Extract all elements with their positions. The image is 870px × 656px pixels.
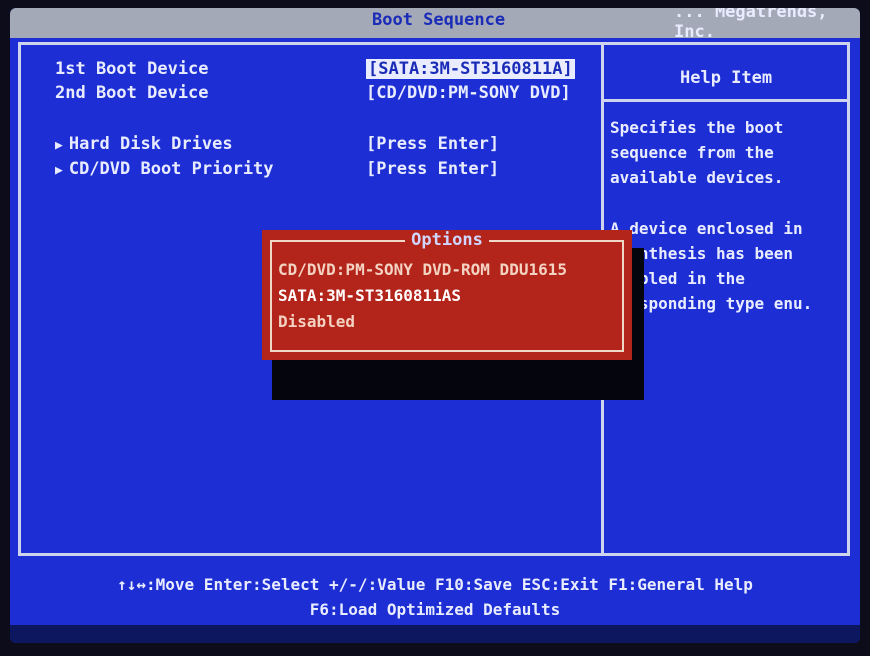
screen-bottom-edge bbox=[10, 625, 860, 643]
popup-title-text: Options bbox=[405, 230, 489, 250]
submenu-arrow-icon: ▶ bbox=[55, 138, 63, 153]
option-cd-dvd[interactable]: CD/DVD:PM-SONY DVD-ROM DDU1615 bbox=[278, 260, 567, 279]
cd-dvd-priority-label: CD/DVD Boot Priority bbox=[68, 159, 274, 179]
load-defaults-hint: F6:Load Optimized Defaults bbox=[309, 600, 561, 619]
hard-disk-drives-value[interactable]: [Press Enter] bbox=[366, 134, 499, 154]
help-description: Specifies the boot sequence from the ava… bbox=[610, 118, 784, 187]
hard-disk-drives-label: Hard Disk Drives bbox=[68, 134, 233, 154]
title-bar: Boot Sequence ... Megatrends, Inc. bbox=[10, 8, 860, 42]
boot-device-2-value[interactable]: [CD/DVD:PM-SONY DVD] bbox=[366, 83, 571, 103]
boot-device-1-value[interactable]: [SATA:3M-ST3160811A] bbox=[366, 59, 575, 79]
cd-dvd-priority-value[interactable]: [Press Enter] bbox=[366, 159, 499, 179]
help-heading: Help Item bbox=[680, 68, 773, 88]
help-separator bbox=[601, 99, 847, 102]
options-popup: Options CD/DVD:PM-SONY DVD-ROM DDU1615 S… bbox=[262, 230, 632, 360]
option-disabled[interactable]: Disabled bbox=[278, 312, 355, 331]
bios-screen: Boot Sequence ... Megatrends, Inc. 1st B… bbox=[10, 8, 860, 643]
popup-title: Options bbox=[262, 230, 632, 250]
hard-disk-drives-item[interactable]: ▶ Hard Disk Drives bbox=[55, 134, 233, 154]
cd-dvd-priority-item[interactable]: ▶ CD/DVD Boot Priority bbox=[55, 159, 274, 179]
help-note: A device enclosed in arenthesis has been… bbox=[610, 219, 813, 313]
boot-device-1-label[interactable]: 1st Boot Device bbox=[55, 59, 209, 79]
page-title: Boot Sequence bbox=[372, 10, 506, 30]
submenu-arrow-icon: ▶ bbox=[55, 163, 63, 178]
option-sata[interactable]: SATA:3M-ST3160811AS bbox=[278, 286, 461, 305]
vendor-brand: ... Megatrends, Inc. bbox=[674, 8, 828, 42]
key-help-line: ↑↓↔:Move Enter:Select +/-/:Value F10:Sav… bbox=[117, 575, 753, 594]
boot-device-2-label[interactable]: 2nd Boot Device bbox=[55, 83, 209, 103]
